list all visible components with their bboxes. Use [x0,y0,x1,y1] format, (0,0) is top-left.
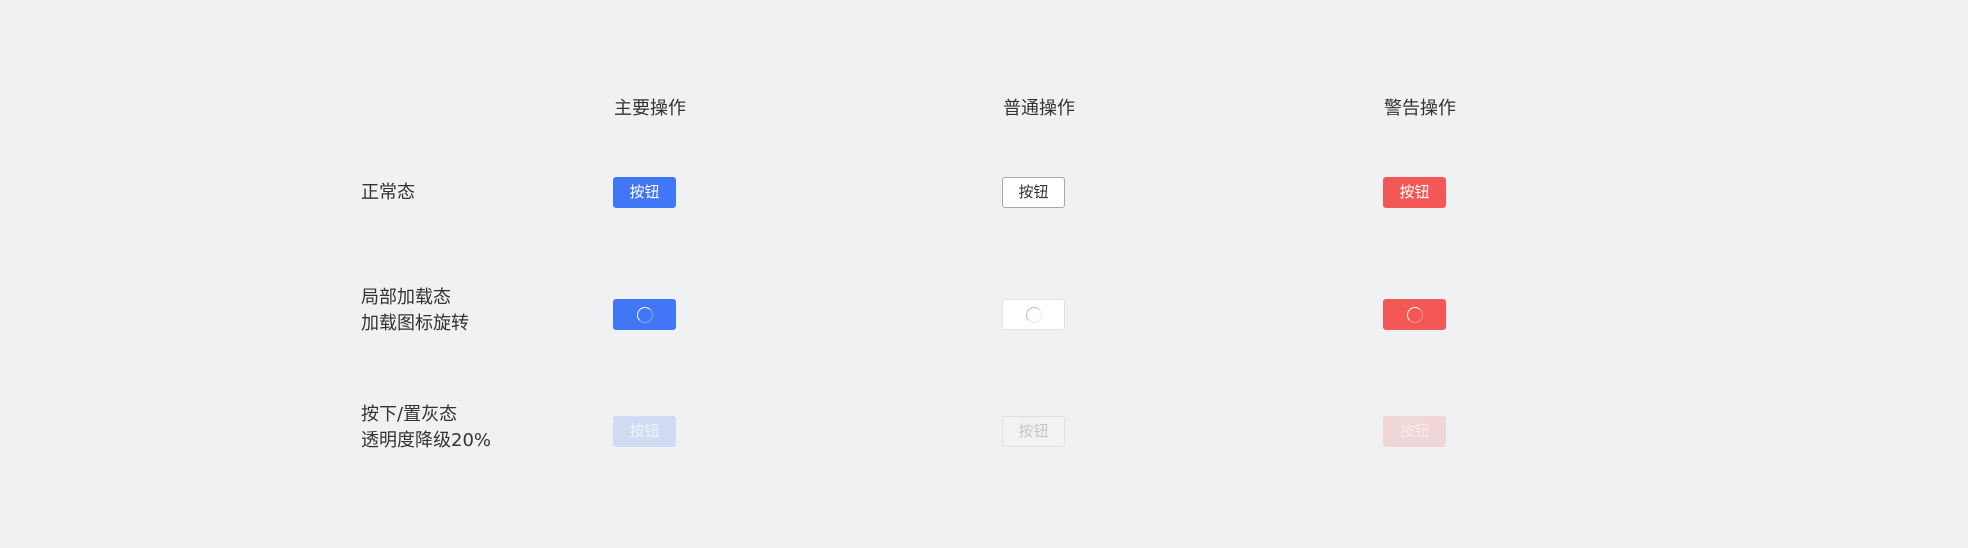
loading-spinner-icon [636,306,653,323]
row-label-line: 透明度降级20% [361,430,492,451]
loading-spinner-icon [1406,306,1423,323]
row-label-normal-state: 正常态 [361,180,415,206]
row-label-loading-state: 局部加载态 加载图标旋转 [361,285,469,337]
loading-spinner-icon [1025,306,1042,323]
primary-button-disabled[interactable]: 按钮 [613,416,676,447]
column-header-warning: 警告操作 [1384,98,1456,119]
column-header-normal: 普通操作 [1003,98,1075,119]
warning-button-loading[interactable] [1383,299,1446,330]
normal-button[interactable]: 按钮 [1002,177,1065,208]
normal-button-disabled[interactable]: 按钮 [1002,416,1065,447]
primary-button[interactable]: 按钮 [613,177,676,208]
row-label-line: 正常态 [361,182,415,203]
normal-button-loading[interactable] [1002,299,1065,330]
row-label-line: 加载图标旋转 [361,313,469,334]
row-label-line: 局部加载态 [361,287,451,308]
row-label-line: 按下/置灰态 [361,404,458,425]
primary-button-loading[interactable] [613,299,676,330]
warning-button-disabled[interactable]: 按钮 [1383,416,1446,447]
warning-button[interactable]: 按钮 [1383,177,1446,208]
column-header-primary: 主要操作 [614,98,686,119]
row-label-disabled-state: 按下/置灰态 透明度降级20% [361,402,491,454]
